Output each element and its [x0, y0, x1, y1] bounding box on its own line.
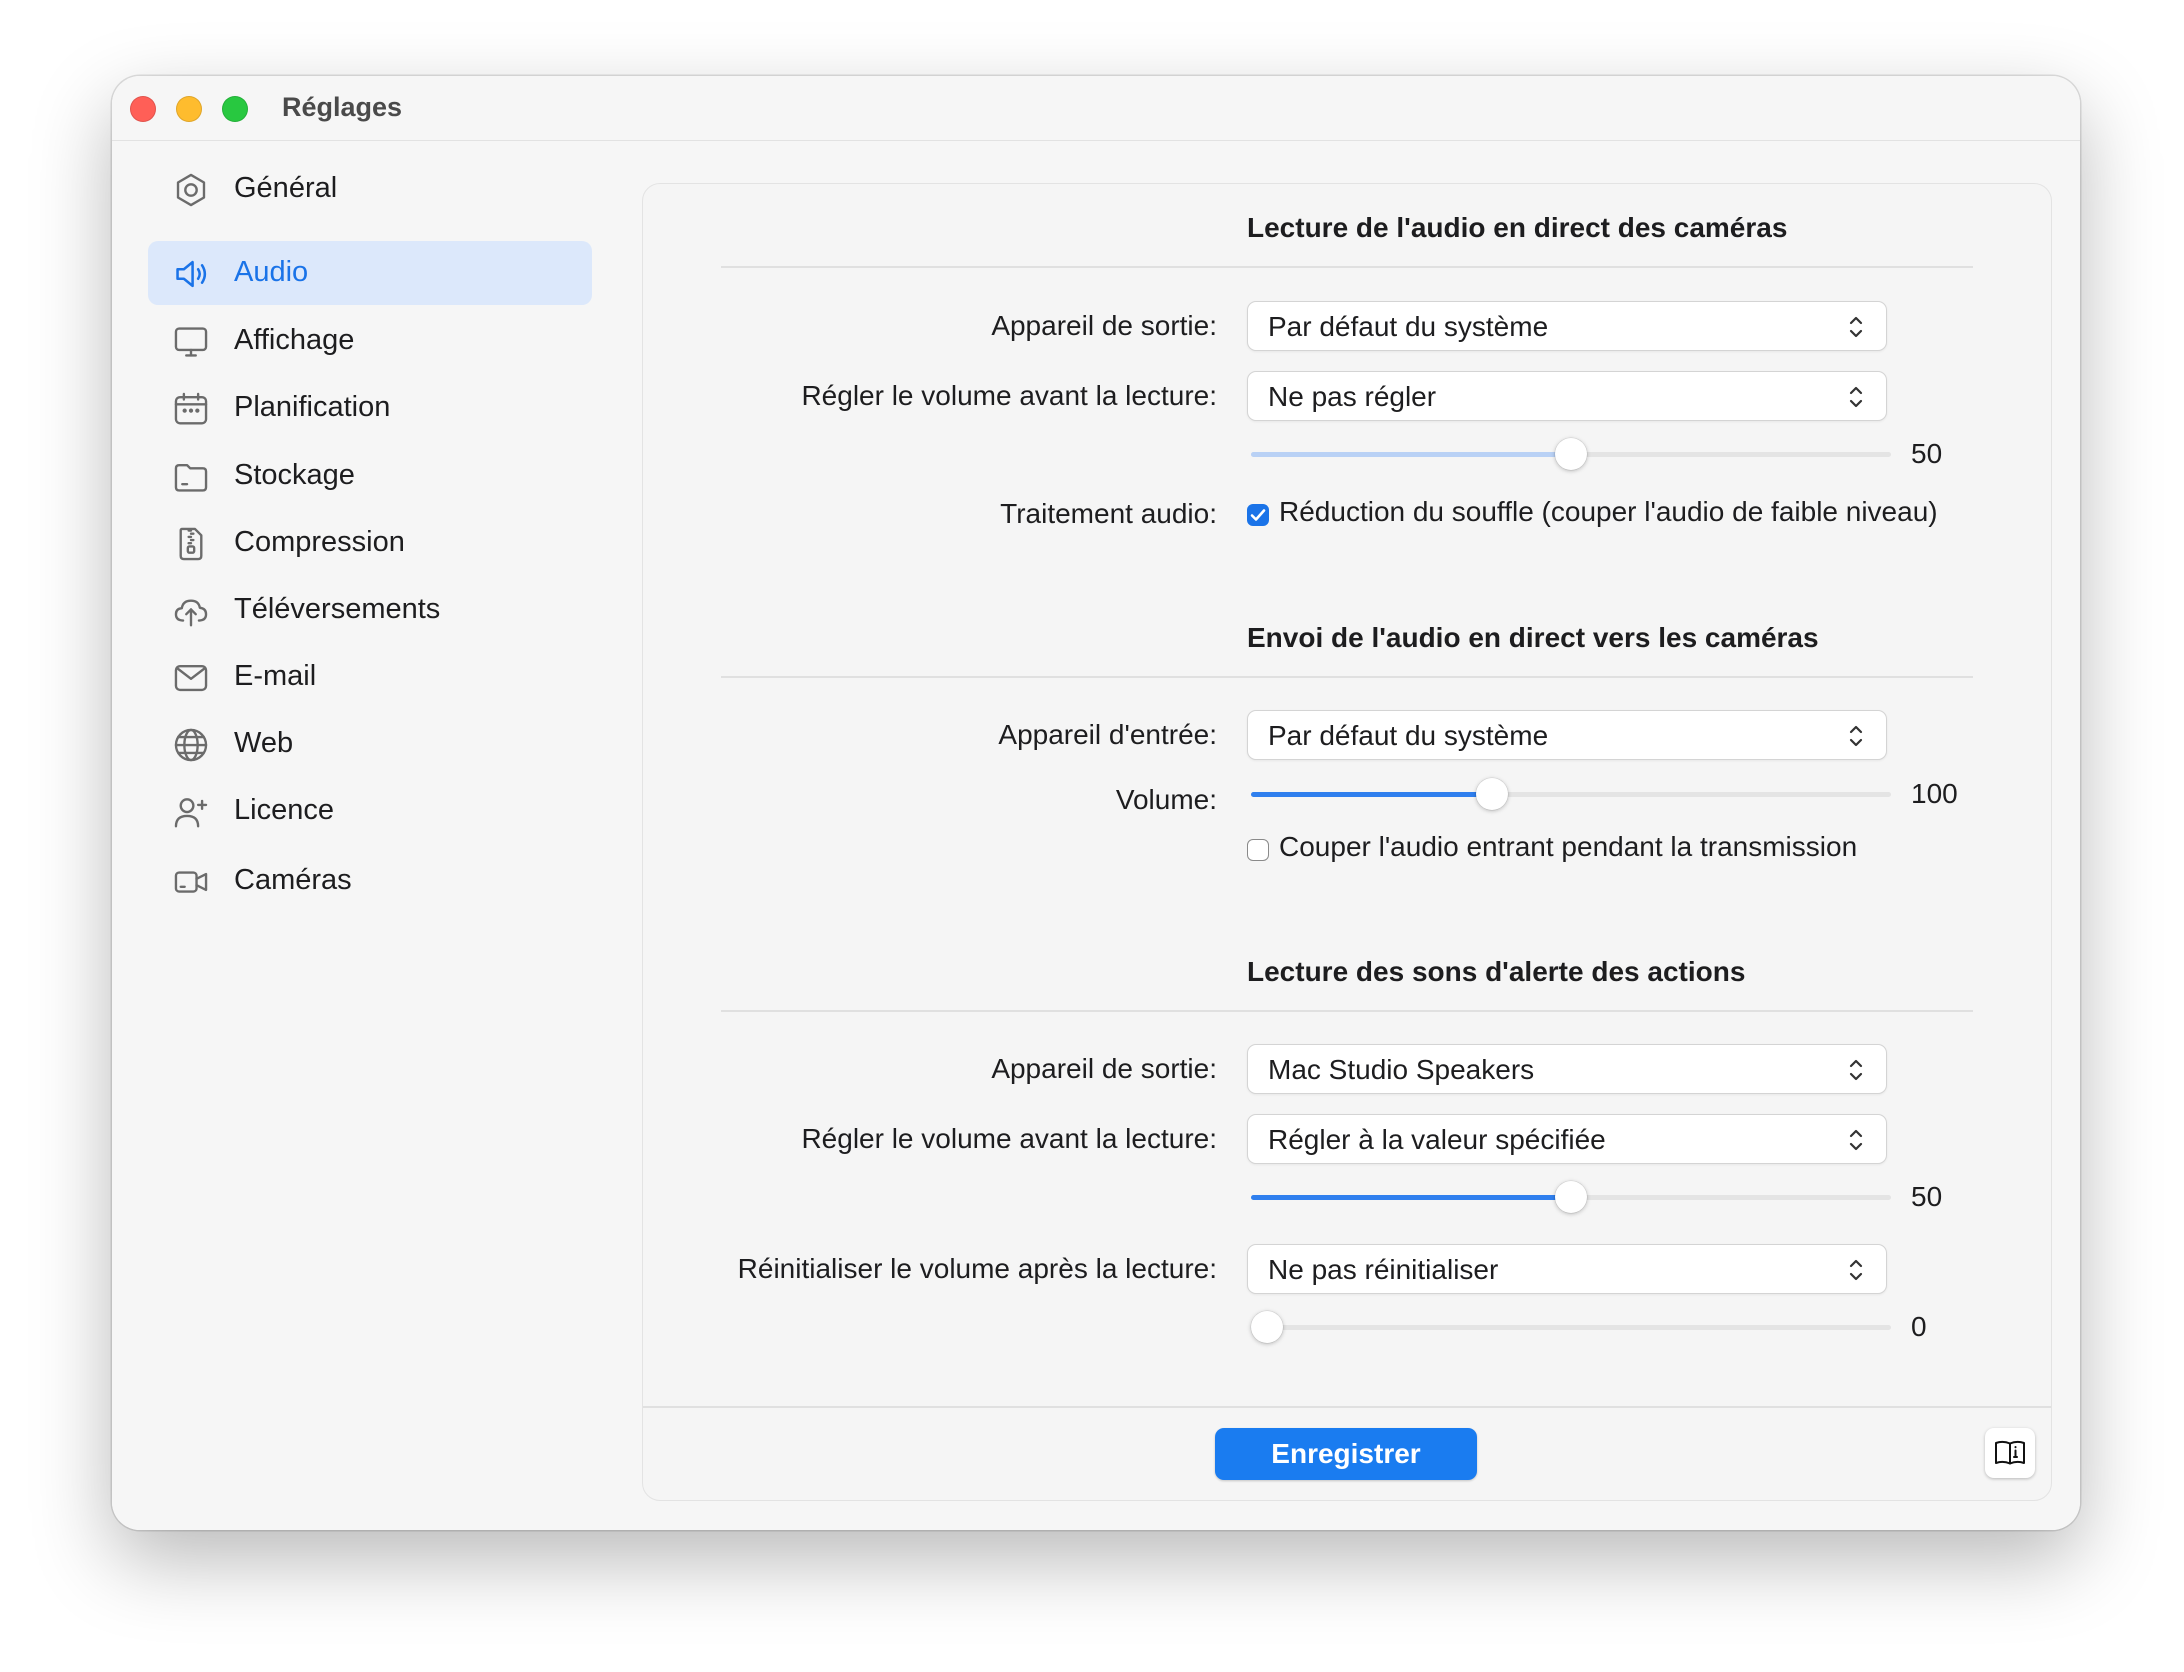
sidebar-item-label: Général [234, 172, 338, 204]
section-title-alert-sounds: Lecture des sons d'alerte des actions [1247, 956, 1746, 987]
select-value: Régler à la valeur spécifiée [1268, 1124, 1606, 1155]
section-divider [721, 1010, 1973, 1012]
sidebar-item-compression[interactable]: Compression [148, 511, 592, 575]
settings-window: Réglages Général Audio Affichage Planifi… [112, 76, 2080, 1530]
chevron-up-down-icon [1846, 311, 1866, 343]
select-value: Ne pas régler [1268, 381, 1437, 412]
envelope-icon [172, 659, 210, 697]
alert-volume-adjust-label: Régler le volume avant la lecture: [801, 1123, 1217, 1154]
playback-volume-value: 50 [1911, 438, 1943, 469]
audio-processing-label: Traitement audio: [1000, 498, 1217, 529]
volume-adjust-label: Régler le volume avant la lecture: [801, 380, 1217, 411]
input-device-select[interactable]: Par défaut du système [1247, 710, 1887, 760]
input-device-label: Appareil d'entrée: [998, 719, 1217, 750]
reset-volume-label: Réinitialiser le volume après la lecture… [737, 1253, 1217, 1284]
audio-settings-panel: Lecture de l'audio en direct des caméras… [642, 183, 2052, 1501]
minimize-window-button[interactable] [176, 96, 202, 122]
select-value: Par défaut du système [1268, 311, 1549, 342]
sidebar-item-audio[interactable]: Audio [148, 241, 592, 305]
sidebar-item-label: Compression [234, 526, 405, 558]
output-device-select[interactable]: Par défaut du système [1247, 301, 1887, 351]
sidebar-item-label: E-mail [234, 660, 317, 692]
checkbox-unchecked[interactable] [1247, 839, 1269, 861]
sidebar-item-label: Planification [234, 391, 391, 423]
video-camera-icon [172, 863, 210, 901]
sidebar-item-label: Audio [234, 256, 309, 288]
person-add-icon [172, 793, 210, 831]
speaker-icon [172, 255, 210, 293]
reset-volume-slider[interactable] [1247, 1307, 1891, 1347]
sidebar-item-label: Affichage [234, 324, 355, 356]
gear-icon [172, 171, 210, 209]
folder-icon [172, 458, 210, 496]
sidebar-item-label: Stockage [234, 459, 355, 491]
zoom-window-button[interactable] [222, 96, 248, 122]
section-title-camera-send: Envoi de l'audio en direct vers les camé… [1247, 622, 1819, 653]
title-bar: Réglages [112, 76, 2080, 141]
chevron-up-down-icon [1846, 1054, 1866, 1086]
select-value: Par défaut du système [1268, 720, 1549, 751]
alert-volume-slider[interactable] [1247, 1177, 1891, 1217]
sidebar-item-web[interactable]: Web [148, 712, 592, 776]
sidebar-item-general[interactable]: Général [148, 157, 592, 221]
playback-volume-slider[interactable] [1247, 434, 1891, 474]
volume-label: Volume: [1115, 784, 1217, 815]
slider-knob[interactable] [1251, 1311, 1283, 1343]
slider-knob[interactable] [1555, 438, 1587, 470]
volume-adjust-select[interactable]: Ne pas régler [1247, 371, 1887, 421]
send-volume-slider[interactable] [1247, 774, 1891, 814]
sidebar-item-schedule[interactable]: Planification [148, 376, 592, 440]
section-divider [721, 676, 1973, 678]
window-title: Réglages [282, 92, 403, 122]
sidebar-item-email[interactable]: E-mail [148, 645, 592, 709]
cloud-upload-icon [172, 592, 210, 630]
alert-volume-value: 50 [1911, 1181, 1943, 1212]
footer-divider [643, 1406, 2051, 1408]
sidebar-item-license[interactable]: Licence [148, 779, 592, 843]
sidebar-item-label: Web [234, 727, 294, 759]
display-icon [172, 323, 210, 361]
sidebar-item-label: Licence [234, 794, 334, 826]
save-button[interactable]: Enregistrer [1215, 1428, 1477, 1480]
zipper-icon [172, 525, 210, 563]
sidebar-item-label: Téléversements [234, 593, 441, 625]
globe-icon [172, 726, 210, 764]
alert-volume-adjust-select[interactable]: Régler à la valeur spécifiée [1247, 1114, 1887, 1164]
section-title-camera-playback: Lecture de l'audio en direct des caméras [1247, 212, 1788, 243]
sidebar-item-label: Caméras [234, 864, 352, 896]
main-content: Lecture de l'audio en direct des caméras… [612, 141, 2080, 1530]
alert-output-device-select[interactable]: Mac Studio Speakers [1247, 1044, 1887, 1094]
sidebar-item-storage[interactable]: Stockage [148, 444, 592, 508]
select-value: Mac Studio Speakers [1268, 1054, 1535, 1085]
sidebar-item-cameras[interactable]: Caméras [148, 849, 592, 913]
manual-icon [1995, 1440, 2025, 1465]
slider-knob[interactable] [1555, 1181, 1587, 1213]
chevron-up-down-icon [1846, 1124, 1866, 1156]
chevron-up-down-icon [1846, 1254, 1866, 1286]
reset-volume-select[interactable]: Ne pas réinitialiser [1247, 1244, 1887, 1294]
help-button[interactable] [1985, 1428, 2035, 1478]
checkbox-checked[interactable] [1247, 504, 1269, 526]
reset-volume-value: 0 [1911, 1311, 1927, 1342]
close-window-button[interactable] [130, 96, 156, 122]
chevron-up-down-icon [1846, 720, 1866, 752]
checkbox-label: Couper l'audio entrant pendant la transm… [1279, 831, 1858, 862]
slider-knob[interactable] [1476, 778, 1509, 810]
alert-output-device-label: Appareil de sortie: [991, 1053, 1217, 1084]
sidebar-item-uploads[interactable]: Téléversements [148, 578, 592, 642]
chevron-up-down-icon [1846, 381, 1866, 413]
select-value: Ne pas réinitialiser [1268, 1254, 1499, 1285]
send-volume-value: 100 [1911, 778, 1958, 809]
sidebar-item-display[interactable]: Affichage [148, 309, 592, 373]
sidebar: Général Audio Affichage Planification St… [112, 141, 613, 1530]
output-device-label: Appareil de sortie: [991, 310, 1217, 341]
checkbox-label: Réduction du souffle (couper l'audio de … [1279, 496, 1938, 527]
section-divider [721, 266, 1973, 268]
calendar-icon [172, 390, 210, 428]
